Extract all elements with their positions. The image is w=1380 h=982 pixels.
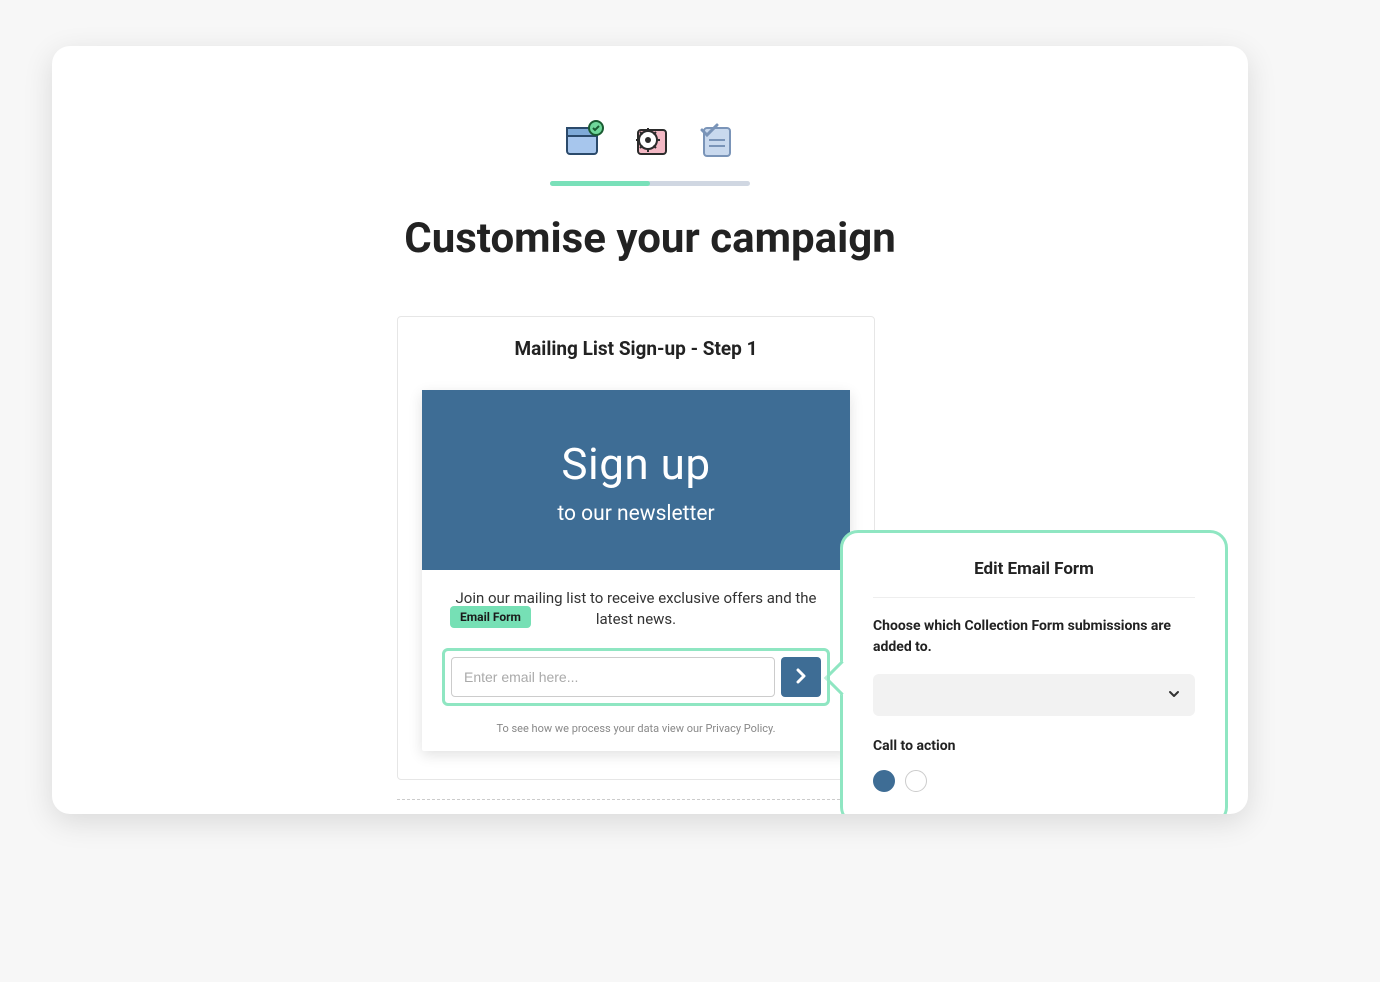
edit-email-form-panel: Edit Email Form Choose which Collection … (840, 530, 1228, 814)
chevron-right-icon (793, 668, 809, 687)
preview-step1-title: Mailing List Sign-up - Step 1 (422, 337, 850, 360)
signup-card: Sign up to our newsletter Join our maili… (422, 390, 850, 751)
document-check-icon (694, 118, 738, 166)
privacy-note: To see how we process your data view our… (442, 722, 830, 735)
box-check-icon (562, 118, 606, 166)
gear-icon (628, 118, 672, 166)
email-input[interactable] (451, 657, 775, 697)
cta-color-blue[interactable] (873, 770, 895, 792)
signup-hero: Sign up to our newsletter (422, 390, 850, 570)
cta-color-white[interactable] (905, 770, 927, 792)
edit-panel-title: Edit Email Form (873, 559, 1195, 598)
wizard-progress-fill (550, 181, 650, 186)
collection-form-select[interactable] (873, 674, 1195, 716)
wizard-icon-row (562, 118, 738, 166)
wizard-progress (550, 181, 750, 186)
signup-hero-sub: to our newsletter (432, 502, 840, 526)
chevron-down-icon (1167, 686, 1181, 705)
email-submit-button[interactable] (781, 657, 821, 697)
signup-hero-heading: Sign up (432, 438, 840, 490)
step-divider (397, 799, 875, 800)
cta-color-swatches (873, 770, 1195, 792)
collection-form-label: Choose which Collection Form submissions… (873, 616, 1195, 658)
email-form-highlight[interactable] (442, 648, 830, 706)
page-title: Customise your campaign (52, 214, 1248, 263)
preview-step1: Mailing List Sign-up - Step 1 Sign up to… (397, 316, 875, 780)
email-form-tag: Email Form (450, 606, 531, 628)
cta-label: Call to action (873, 738, 1195, 754)
